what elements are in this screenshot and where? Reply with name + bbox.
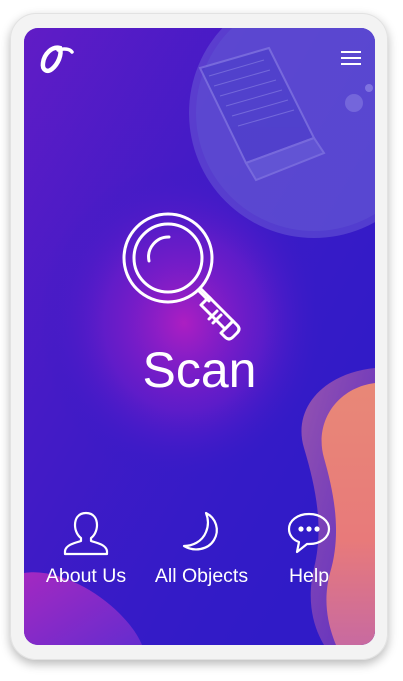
nav-help[interactable]: Help [274,510,344,590]
scan-label[interactable]: Scan [24,342,375,398]
nav-label-all-objects: All Objects [154,565,249,587]
nav-about-us[interactable]: About Us [36,510,136,590]
magnifying-glass-icon[interactable] [121,211,253,343]
logo-icon[interactable] [38,42,74,76]
chat-bubble-icon [287,512,331,554]
hamburger-menu-icon[interactable] [340,48,362,68]
crescent-moon-icon [182,511,218,551]
user-icon [63,511,109,556]
nav-all-objects[interactable]: All Objects [149,510,254,590]
nav-label-help: Help [288,565,330,587]
app-screen: Scan About Us All Objects Help [24,28,375,645]
nav-label-about-us: About Us [45,565,127,587]
